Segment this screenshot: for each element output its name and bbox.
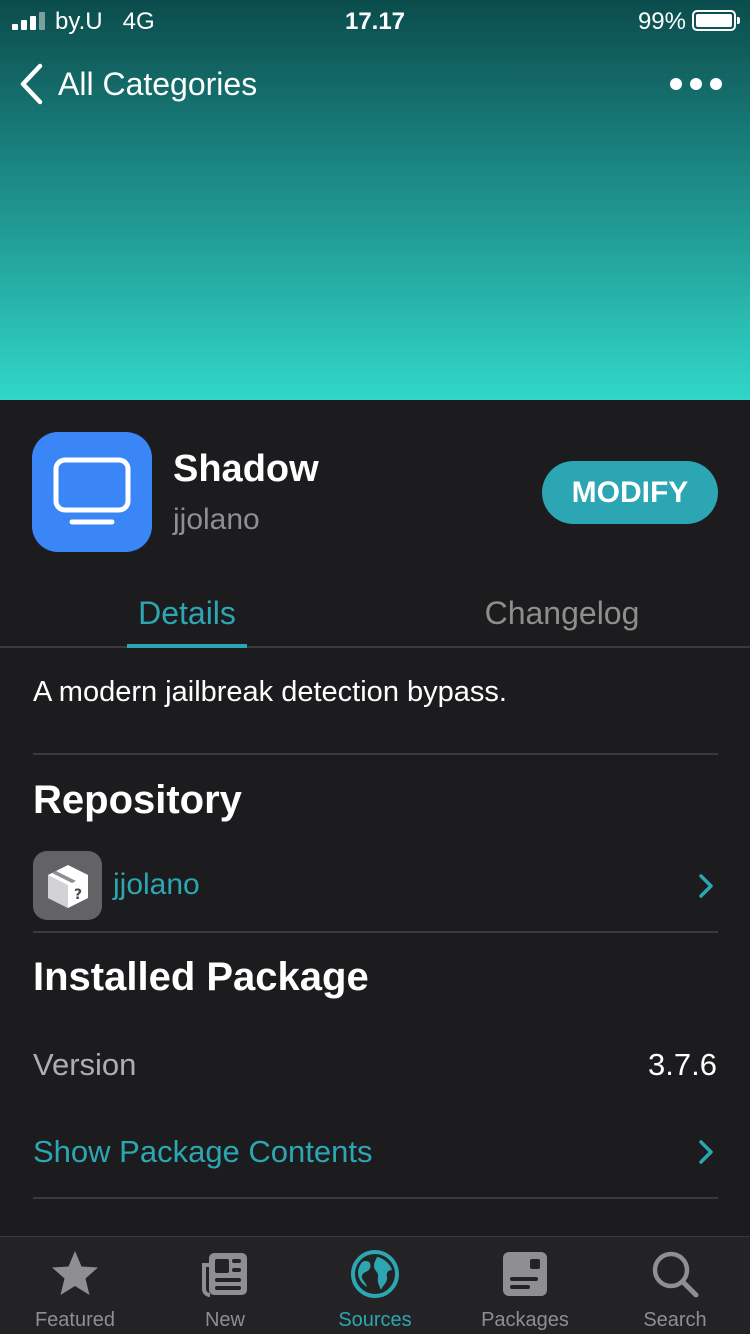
tabbar-label: Packages [481, 1309, 569, 1331]
more-dot-icon [690, 78, 702, 90]
search-icon [652, 1251, 699, 1298]
tabbar-item-packages[interactable]: Packages [450, 1237, 600, 1334]
tabbar-label: Featured [34, 1309, 116, 1331]
more-dot-icon [670, 78, 682, 90]
package-icon [503, 1252, 547, 1296]
svg-text:?: ? [73, 887, 81, 903]
monitor-icon [53, 457, 131, 525]
repository-name: jjolano [113, 868, 200, 901]
tab-bar: Featured New Sources Packages Search [0, 1236, 750, 1334]
tabbar-item-search[interactable]: Search [600, 1237, 750, 1334]
back-button[interactable]: All Categories [18, 62, 257, 106]
divider [33, 1197, 718, 1199]
star-icon [52, 1251, 98, 1295]
repository-row[interactable]: ? jjolano [33, 850, 718, 922]
tabbar-item-sources[interactable]: Sources [300, 1237, 450, 1334]
tabbar-item-featured[interactable]: Featured [0, 1237, 150, 1334]
installed-package-heading: Installed Package [33, 955, 369, 999]
box-icon: ? [47, 864, 88, 908]
battery-icon [692, 10, 740, 31]
status-bar: by.U 4G 17.17 99% [0, 0, 750, 40]
tabbar-label: New [204, 1309, 245, 1331]
version-value: 3.7.6 [648, 1047, 717, 1082]
detail-tabs: Details Changelog [0, 580, 750, 648]
chevron-right-icon [699, 1140, 713, 1164]
divider [33, 753, 718, 755]
package-icon-tile [32, 432, 152, 552]
chevron-left-icon [20, 63, 43, 105]
more-dot-icon [710, 78, 722, 90]
tabbar-item-new[interactable]: New [150, 1237, 300, 1334]
chevron-right-icon [699, 874, 713, 898]
modify-button[interactable]: MODIFY [542, 461, 718, 524]
tab-changelog[interactable]: Changelog [462, 580, 662, 646]
tabbar-label: Sources [338, 1309, 412, 1331]
back-button-label: All Categories [58, 65, 258, 102]
battery-percent: 99% [637, 8, 686, 35]
show-package-contents-row[interactable]: Show Package Contents [33, 1130, 718, 1178]
header-banner [0, 0, 750, 400]
version-label: Version [33, 1047, 137, 1082]
more-options-button[interactable] [670, 70, 722, 98]
tabbar-label: Search [643, 1309, 707, 1331]
show-package-contents-label: Show Package Contents [33, 1134, 373, 1169]
newspaper-icon [202, 1253, 247, 1297]
package-author: jjolano [173, 503, 260, 536]
repository-icon: ? [33, 851, 102, 920]
tab-details[interactable]: Details [127, 580, 247, 648]
repository-heading: Repository [33, 778, 242, 822]
package-name: Shadow [173, 448, 319, 490]
divider [33, 931, 718, 933]
globe-icon [351, 1250, 399, 1298]
package-description: A modern jailbreak detection bypass. [33, 676, 507, 708]
